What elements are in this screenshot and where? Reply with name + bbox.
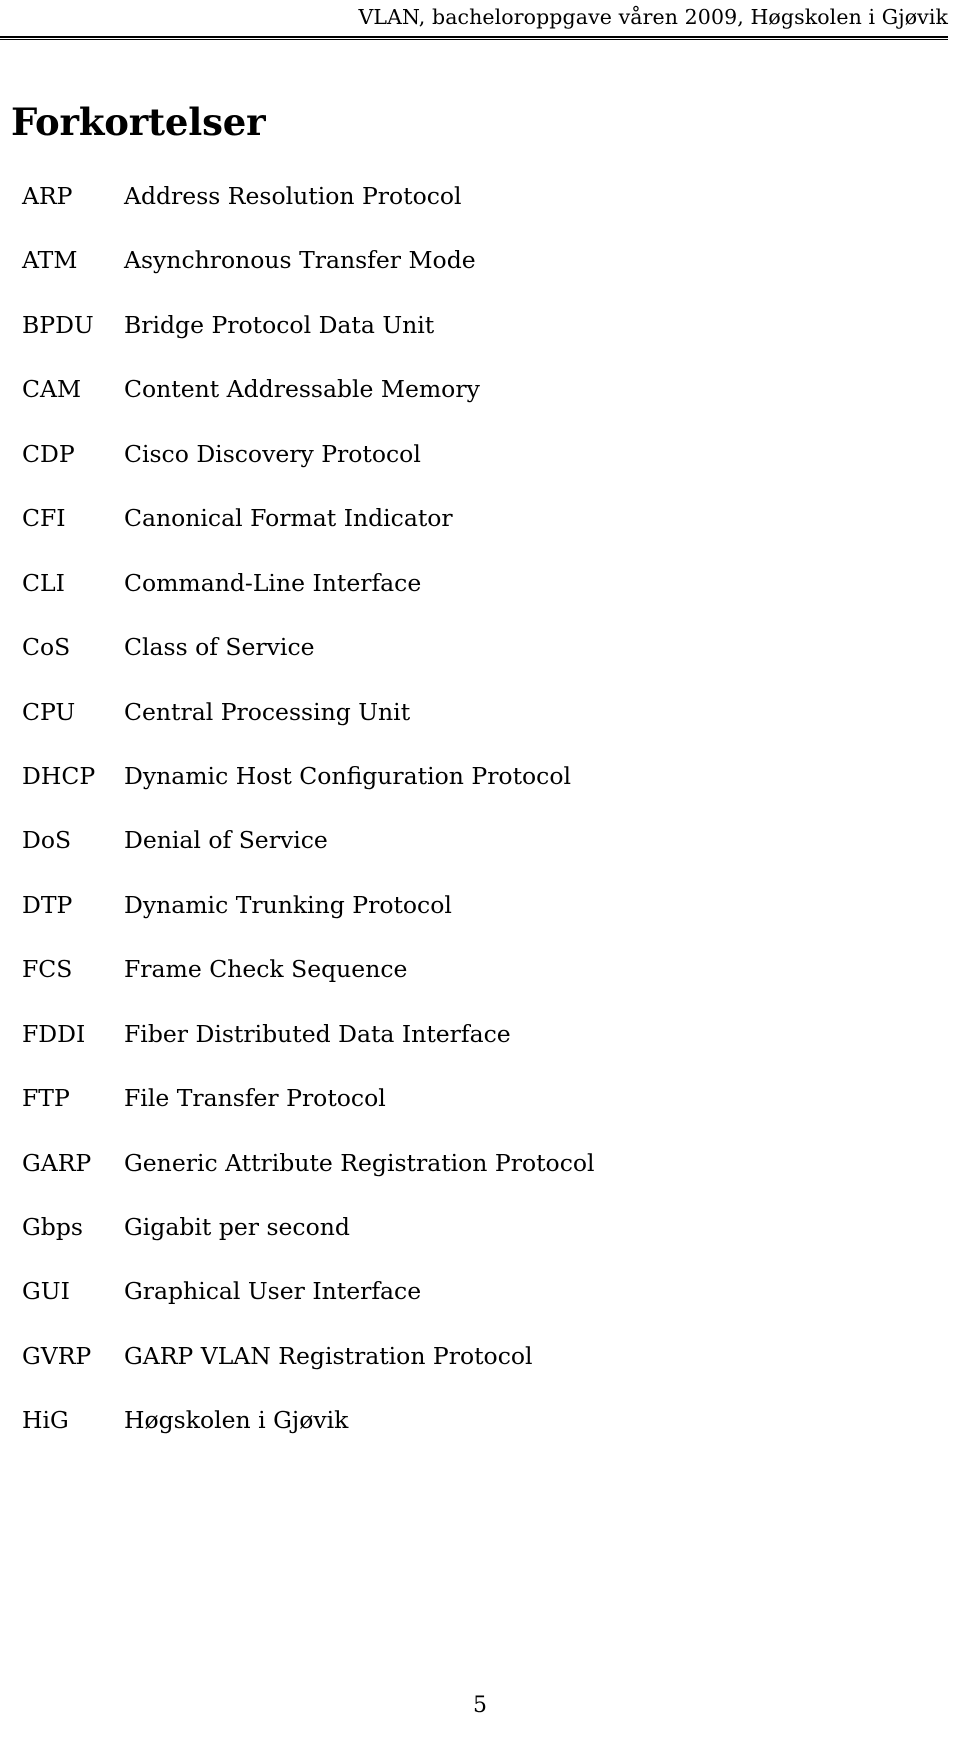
abbreviation-term: CFI <box>22 504 66 533</box>
abbreviation-term: ARP <box>22 182 73 210</box>
abbreviation-row: ATM Asynchronous Transfer Mode <box>0 245 960 309</box>
abbreviation-row: GUI Graphical User Interface <box>0 1276 960 1340</box>
page-number: 5 <box>473 1693 487 1718</box>
abbreviation-term: FCS <box>22 955 73 984</box>
abbreviation-definition: Dynamic Host Configuration Protocol <box>124 761 571 790</box>
abbreviation-term: DHCP <box>22 761 96 790</box>
abbreviation-list: ARP Address Resolution Protocol ATM Asynchr… <box>0 181 960 1470</box>
abbreviation-definition: Cisco Discovery Protocol <box>124 439 421 468</box>
abbreviation-definition: File Transfer Protocol <box>124 1084 386 1113</box>
abbreviation-term: CPU <box>22 697 76 726</box>
running-header-title: VLAN, bacheloroppgave våren 2009, Høgsko… <box>358 5 948 29</box>
abbreviation-definition: Class of Service <box>124 633 315 662</box>
abbreviation-row: Gbps Gigabit per second <box>0 1212 960 1276</box>
abbreviation-row: GARP Generic Attribute Registration Proto… <box>0 1148 960 1212</box>
abbreviation-definition: Denial of Service <box>124 826 328 855</box>
abbreviation-row: CLI Command-Line Interface <box>0 568 960 632</box>
document-page: VLAN, bacheloroppgave våren 2009, Høgsko… <box>0 0 960 1751</box>
abbreviation-term: HiG <box>22 1406 69 1435</box>
abbreviation-row: FDDI Fiber Distributed Data Interface <box>0 1019 960 1083</box>
abbreviation-term: FTP <box>22 1084 70 1113</box>
abbreviation-row: DTP Dynamic Trunking Protocol <box>0 890 960 954</box>
abbreviation-term: GUI <box>22 1277 70 1306</box>
abbreviation-term: ATM <box>22 246 78 275</box>
abbreviation-definition: Canonical Format Indicator <box>124 504 453 533</box>
abbreviation-definition: Command-Line Interface <box>124 568 422 597</box>
abbreviation-term: CLI <box>22 568 65 597</box>
abbreviation-row: DHCP Dynamic Host Configuration Protocol <box>0 761 960 825</box>
abbreviation-term: GARP <box>22 1148 92 1177</box>
abbreviation-definition: Central Processing Unit <box>124 697 411 726</box>
abbreviation-row: ARP Address Resolution Protocol <box>0 181 960 245</box>
abbreviation-row: CPU Central Processing Unit <box>0 697 960 761</box>
header-rule <box>0 36 948 41</box>
running-header: VLAN, bacheloroppgave våren 2009, Høgsko… <box>0 0 960 41</box>
abbreviation-row: CDP Cisco Discovery Protocol <box>0 439 960 503</box>
abbreviation-definition: Generic Attribute Registration Protocol <box>124 1148 595 1177</box>
abbreviation-row: CFI Canonical Format Indicator <box>0 503 960 567</box>
abbreviation-term: BPDU <box>22 310 94 339</box>
abbreviation-definition: Graphical User Interface <box>124 1277 422 1306</box>
abbreviation-definition: Asynchronous Transfer Mode <box>124 246 476 275</box>
abbreviation-term: CDP <box>22 439 75 468</box>
abbreviation-term: CAM <box>22 375 82 404</box>
abbreviation-row: CAM Content Addressable Memory <box>0 374 960 438</box>
page-title: Forkortelser <box>11 99 266 144</box>
abbreviation-row: CoS Class of Service <box>0 632 960 696</box>
abbreviation-definition: Høgskolen i Gjøvik <box>124 1406 349 1435</box>
abbreviation-definition: Content Addressable Memory <box>124 375 480 404</box>
abbreviation-term: DoS <box>22 826 72 855</box>
abbreviation-definition: GARP VLAN Registration Protocol <box>124 1341 533 1370</box>
abbreviation-row: FTP File Transfer Protocol <box>0 1083 960 1147</box>
abbreviation-definition: Bridge Protocol Data Unit <box>124 310 435 339</box>
abbreviation-row: DoS Denial of Service <box>0 825 960 889</box>
abbreviation-term: GVRP <box>22 1341 92 1370</box>
abbreviation-row: FCS Frame Check Sequence <box>0 954 960 1018</box>
abbreviation-row: BPDU Bridge Protocol Data Unit <box>0 310 960 374</box>
abbreviation-row: GVRP GARP VLAN Registration Protocol <box>0 1341 960 1405</box>
abbreviation-term: DTP <box>22 890 73 919</box>
abbreviation-term: CoS <box>22 633 71 662</box>
abbreviation-definition: Gigabit per second <box>124 1213 350 1241</box>
abbreviation-term: Gbps <box>22 1213 83 1241</box>
abbreviation-term: FDDI <box>22 1019 86 1048</box>
abbreviation-row: HiG Høgskolen i Gjøvik <box>0 1405 960 1469</box>
abbreviation-definition: Address Resolution Protocol <box>124 182 462 210</box>
abbreviation-definition: Frame Check Sequence <box>124 955 408 984</box>
abbreviation-definition: Fiber Distributed Data Interface <box>124 1019 511 1048</box>
abbreviation-definition: Dynamic Trunking Protocol <box>124 890 452 919</box>
